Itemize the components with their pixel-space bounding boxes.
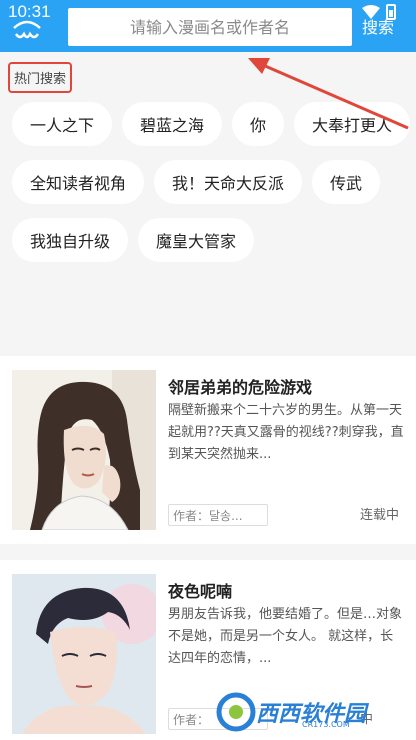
hot-tag[interactable]: 碧蓝之海 [122,102,223,146]
hot-tag[interactable]: 我！天命大反派 [154,160,303,204]
hot-tag[interactable]: 魔皇大管家 [138,218,255,262]
top-bar: 10:31 搜索 [0,0,416,52]
search-input[interactable] [68,8,352,46]
hot-tag[interactable]: 传武 [312,160,381,204]
hot-tag[interactable]: 你 [232,102,285,146]
comic-card[interactable]: 邻居弟弟的危险游戏 隔壁新搬来个二十六岁的男生。从第一天起就用??天真又露骨的视… [0,356,416,544]
comic-status: 连载中 [360,508,400,523]
hot-search-tags: 一人之下 碧蓝之海 你 大奉打更人 全知读者视角 我！天命大反派 传武 我独自升… [12,102,412,262]
comic-description: 隔壁新搬来个二十六岁的男生。从第一天起就用??天真又露骨的视线??刺穿我，直到某… [168,403,404,462]
back-icon[interactable] [10,18,44,40]
comic-author: 作者：달송... [168,504,268,526]
comic-title[interactable]: 邻居弟弟的危险游戏 [168,374,312,398]
comic-title[interactable]: 夜色呢喃 [168,578,232,602]
watermark-subtext: CR173.COM [302,720,350,729]
watermark-logo: 西西软件园 CR173.COM [216,690,406,734]
hot-search-section: 热门搜索 一人之下 碧蓝之海 你 大奉打更人 全知读者视角 我！天命大反派 传武… [0,52,416,342]
hot-tag[interactable]: 大奉打更人 [294,102,411,146]
comic-cover-image[interactable] [12,574,156,734]
hot-search-title: 热门搜索 [8,62,73,93]
search-button[interactable]: 搜索 [362,14,394,38]
hot-tag[interactable]: 一人之下 [12,102,113,146]
comic-cover-image[interactable] [12,370,156,530]
hot-tag[interactable]: 我独自升级 [12,218,129,262]
search-box[interactable] [68,8,352,46]
comic-description: 男朋友告诉我，他要结婚了。但是…对象不是她，而是另一个女人。 就这样，长达四年的… [168,607,403,666]
hot-tag[interactable]: 全知读者视角 [12,160,145,204]
watermark-icon [216,692,256,732]
